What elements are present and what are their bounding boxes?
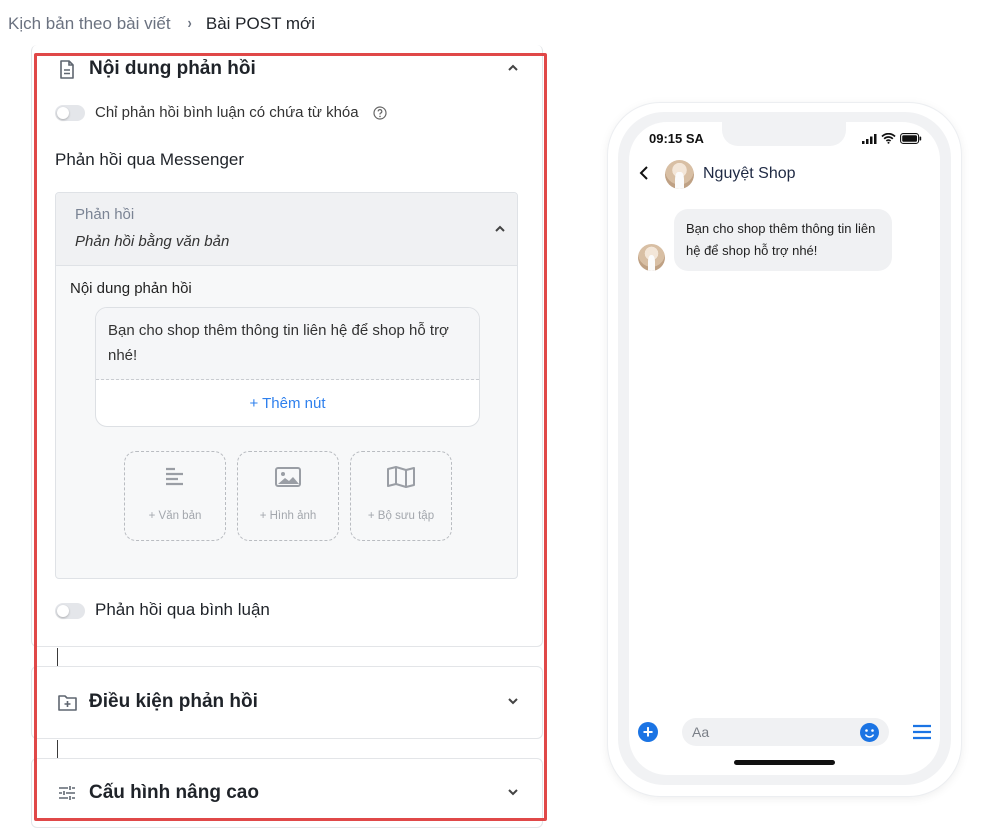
message-input-placeholder: Aa xyxy=(692,724,710,740)
menu-icon[interactable] xyxy=(912,724,932,740)
battery-icon xyxy=(900,131,922,149)
wifi-icon xyxy=(881,131,896,149)
emoji-icon[interactable] xyxy=(860,723,879,742)
breadcrumb: Kịch bản theo bài viết › Bài POST mới xyxy=(8,12,315,36)
home-indicator xyxy=(734,760,835,765)
phone-notch xyxy=(722,122,846,146)
breadcrumb-parent-link[interactable]: Kịch bản theo bài viết xyxy=(8,14,171,34)
signal-icon xyxy=(862,131,877,149)
shop-avatar[interactable] xyxy=(665,160,694,189)
breadcrumb-separator: › xyxy=(187,15,192,32)
status-time: 09:15 SA xyxy=(649,131,704,146)
shop-name[interactable]: Nguyệt Shop xyxy=(703,165,796,183)
status-icons xyxy=(862,131,922,149)
breadcrumb-current: Bài POST mới xyxy=(205,14,315,33)
back-chevron-icon[interactable] xyxy=(639,165,653,183)
phone-screen: 09:15 SA Nguyệt Shop Bạn cho shop thêm t… xyxy=(629,122,940,775)
message-input[interactable]: Aa xyxy=(682,718,889,746)
message-bubble: Bạn cho shop thêm thông tin liên hệ để s… xyxy=(674,209,892,271)
composer-bar: + Aa xyxy=(629,717,940,747)
message-avatar xyxy=(638,244,665,271)
highlight-frame xyxy=(34,53,547,821)
plus-icon[interactable]: + xyxy=(638,722,658,742)
